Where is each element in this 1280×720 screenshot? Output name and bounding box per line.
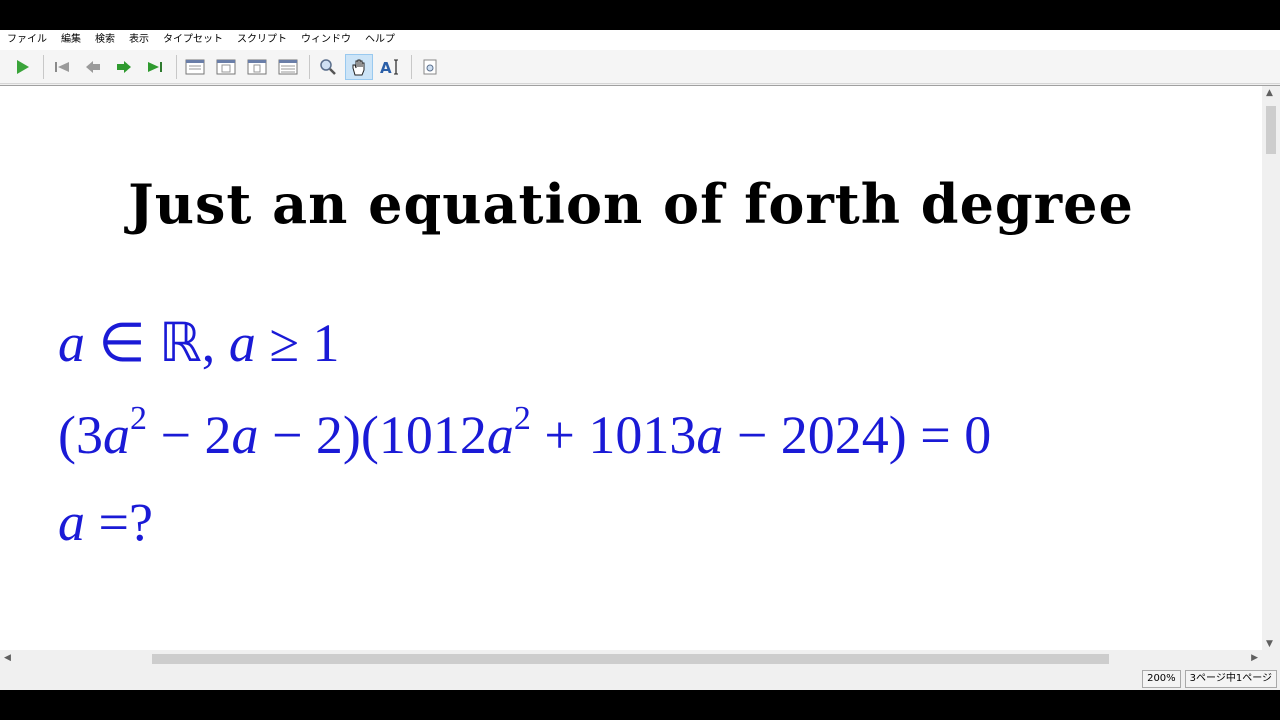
horizontal-scrollbar[interactable]: ◀ ▶ (0, 650, 1262, 668)
scrollbar-corner (1262, 650, 1280, 668)
vertical-scroll-thumb[interactable] (1266, 106, 1276, 154)
toolbar-separator (411, 54, 412, 79)
typeset-icon (17, 59, 29, 74)
page-view-4-icon (278, 59, 298, 74)
page-view-3-button[interactable] (243, 54, 271, 80)
first-page-button[interactable] (48, 54, 76, 80)
scroll-right-icon[interactable]: ▶ (1251, 653, 1258, 663)
math-text: ∈ ℝ, (85, 313, 229, 373)
pdf-viewport[interactable]: Just an equation of forth degree a ∈ ℝ, … (0, 85, 1280, 668)
menu-bar: ファイル 編集 検索 表示 タイプセット スクリプト ウィンドウ ヘルプ (0, 30, 1280, 50)
vertical-scrollbar[interactable]: ▲ ▼ (1262, 86, 1280, 651)
math-exponent: 2 (513, 400, 531, 437)
text-select-button[interactable]: A (376, 54, 404, 80)
menu-item[interactable]: 検索 (88, 30, 122, 50)
page-view-button[interactable] (181, 54, 209, 80)
math-text: ≥ 1 (255, 313, 340, 373)
first-page-icon (55, 61, 69, 72)
scroll-down-icon[interactable]: ▼ (1266, 639, 1273, 649)
status-bar: 200% 3ページ中1ページ (0, 668, 1280, 690)
previous-page-icon (86, 60, 100, 73)
zoom-level[interactable]: 200% (1142, 670, 1181, 688)
next-page-button[interactable] (110, 54, 138, 80)
last-page-button[interactable] (141, 54, 169, 80)
next-page-icon (117, 60, 131, 73)
page-indicator: 3ページ中1ページ (1184, 670, 1277, 688)
page-view-icon (185, 59, 205, 74)
menu-item[interactable]: ヘルプ (358, 30, 402, 50)
application-window: ファイル 編集 検索 表示 タイプセット スクリプト ウィンドウ ヘルプ A J… (0, 30, 1280, 690)
menu-item[interactable]: ファイル (0, 30, 54, 50)
find-button[interactable] (416, 54, 444, 80)
previous-page-button[interactable] (79, 54, 107, 80)
math-var: a (696, 405, 724, 465)
magnifier-icon (320, 58, 336, 75)
horizontal-scroll-thumb[interactable] (152, 654, 1109, 664)
menu-item[interactable]: 表示 (122, 30, 156, 50)
toolbar: A (0, 50, 1280, 84)
math-var: a (486, 405, 514, 465)
question-line: a =? (58, 491, 153, 553)
math-text: + 1013 (530, 405, 697, 465)
hand-tool-icon (352, 59, 365, 75)
math-var: a (231, 405, 259, 465)
toolbar-separator (176, 54, 177, 79)
menu-item[interactable]: スクリプト (230, 30, 294, 50)
page-view-4-button[interactable] (274, 54, 302, 80)
menu-item[interactable]: 編集 (54, 30, 88, 50)
math-text: − 2)(1012 (258, 405, 487, 465)
toolbar-separator (309, 54, 310, 79)
math-var: a (58, 313, 85, 373)
scroll-up-icon[interactable]: ▲ (1266, 88, 1273, 98)
math-text: (3 (58, 405, 103, 465)
menu-item[interactable]: ウィンドウ (294, 30, 358, 50)
page-view-3-icon (247, 59, 267, 74)
math-var: a (58, 492, 85, 552)
toolbar-separator (43, 54, 44, 79)
math-text: − 2 (146, 405, 232, 465)
typeset-button[interactable] (8, 54, 36, 80)
math-text: − 2024) = 0 (723, 405, 992, 465)
last-page-icon (148, 61, 162, 72)
scroll-left-icon[interactable]: ◀ (4, 653, 11, 663)
hand-tool-button[interactable] (345, 53, 373, 80)
math-var: a (228, 313, 256, 373)
math-exponent: 2 (129, 400, 147, 437)
page-view-2-icon (216, 59, 236, 74)
math-text: =? (85, 492, 153, 552)
document-title: Just an equation of forth degree (128, 172, 1134, 236)
pdf-page: Just an equation of forth degree a ∈ ℝ, … (0, 86, 1262, 651)
magnifier-button[interactable] (314, 54, 342, 80)
page-view-2-button[interactable] (212, 54, 240, 80)
math-var: a (102, 405, 130, 465)
find-icon (423, 59, 437, 74)
condition-line: a ∈ ℝ, a ≥ 1 (58, 311, 339, 374)
menu-item[interactable]: タイプセット (156, 30, 230, 50)
equation-line: (3a2 − 2a − 2)(1012a2 + 1013a − 2024) = … (58, 402, 992, 466)
text-select-icon: A (380, 59, 398, 77)
svg-text:A: A (380, 59, 392, 77)
